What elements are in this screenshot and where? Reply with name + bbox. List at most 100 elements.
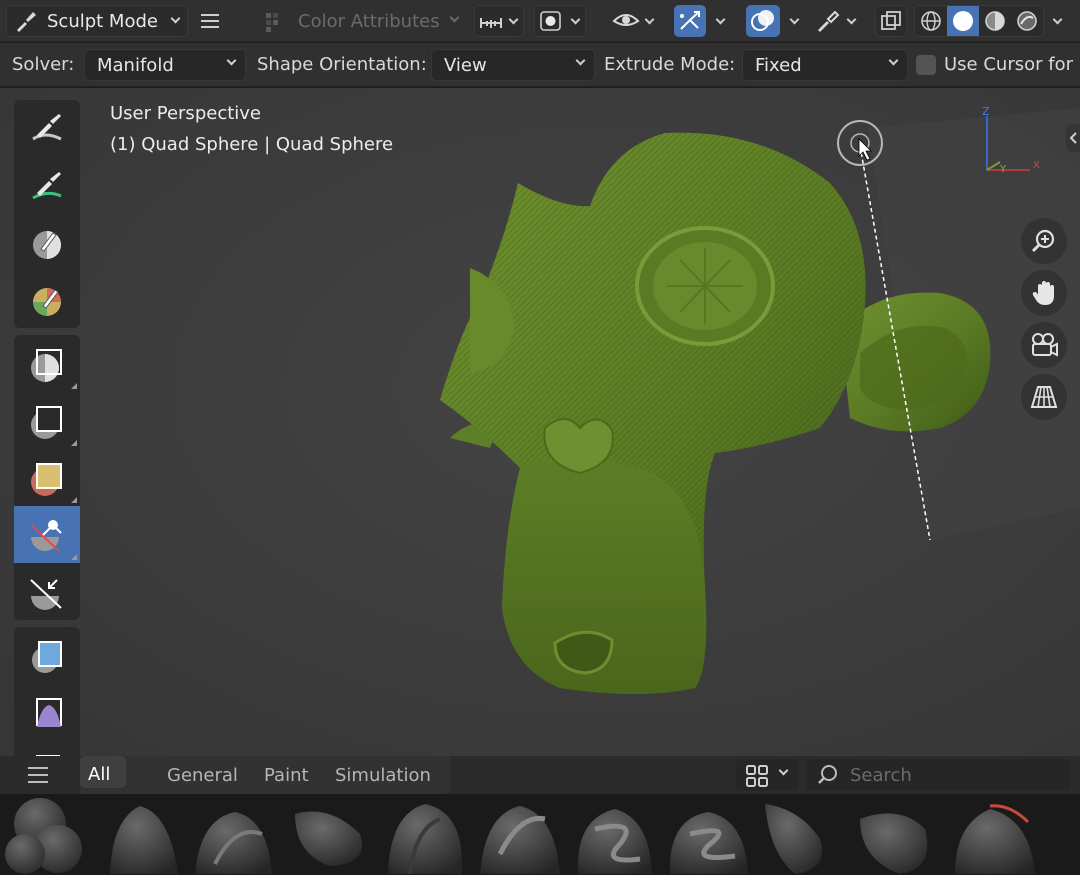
rendered-sphere-icon	[1017, 11, 1037, 31]
gizmo-options-dropdown[interactable]	[710, 5, 734, 37]
solver-value: Manifold	[97, 55, 174, 76]
line-project-icon	[30, 578, 62, 610]
shape-orientation-label: Shape Orientation:	[257, 54, 427, 75]
view-name-label: User Perspective	[110, 103, 261, 124]
brush-thumb-clay[interactable]	[110, 806, 178, 874]
axis-x-label: X	[1033, 160, 1040, 171]
show-overlays-toggle[interactable]	[746, 5, 780, 37]
color-attributes-icon	[264, 11, 288, 37]
shape-orientation-value: View	[444, 55, 487, 76]
pan-button[interactable]	[1021, 270, 1067, 316]
material-sphere-icon	[985, 11, 1005, 31]
color-attributes-label: Color Attributes	[298, 10, 440, 32]
color-attributes-dropdown[interactable]: Color Attributes	[256, 5, 466, 37]
use-cursor-label: Use Cursor for	[944, 54, 1073, 75]
dyntopo-dropdown[interactable]	[534, 5, 586, 37]
tool-paint-brush[interactable]	[14, 271, 80, 328]
tool-line-project[interactable]	[14, 563, 80, 620]
camera-icon	[1032, 333, 1058, 357]
tool-expand-corner	[71, 440, 77, 446]
tool-box-face-set[interactable]	[14, 449, 80, 506]
sculpt-toolbar	[14, 100, 80, 756]
perspective-toggle-button[interactable]	[1021, 374, 1067, 420]
tool-expand-corner	[71, 554, 77, 560]
tab-simulation[interactable]: Simulation	[335, 765, 431, 786]
asset-search-field[interactable]: Search	[806, 759, 1070, 791]
symmetry-dropdown[interactable]	[474, 5, 524, 37]
chevron-left-icon	[1069, 132, 1077, 144]
tool-cloth-filter[interactable]	[14, 684, 80, 741]
brush-thumb-snake-hook[interactable]	[577, 809, 652, 874]
tab-general[interactable]: General	[167, 765, 238, 786]
solid-sphere-icon	[953, 11, 973, 31]
gesture-tool-group	[14, 335, 80, 620]
box-hide-icon	[31, 405, 62, 439]
zoom-in-icon	[1031, 229, 1055, 253]
mode-label: Sculpt Mode	[47, 10, 158, 32]
grid-view-icon	[746, 765, 768, 787]
show-gizmo-toggle[interactable]	[674, 5, 706, 37]
wireframe-shading-button[interactable]	[915, 6, 947, 36]
tool-mask-brush[interactable]	[14, 214, 80, 271]
sculpt-brush-icon	[13, 8, 39, 34]
mask-brush-icon	[33, 230, 61, 259]
shading-options-dropdown[interactable]	[1046, 5, 1072, 37]
chevron-down-icon	[575, 55, 586, 66]
chevron-down-icon	[449, 12, 460, 23]
brush-thumb-blob[interactable]	[5, 798, 82, 874]
tool-mesh-filter[interactable]	[14, 627, 80, 684]
rendered-shading-button[interactable]	[1011, 6, 1043, 36]
brush-thumb-grab[interactable]	[955, 804, 1035, 874]
extrude-mode-dropdown[interactable]: Fixed	[742, 49, 908, 81]
brush-thumb-draw-sharp[interactable]	[480, 806, 560, 874]
solid-shading-button[interactable]	[947, 6, 979, 36]
axis-z-label: Z	[982, 105, 990, 118]
search-placeholder: Search	[850, 765, 912, 786]
sidebar-toggle[interactable]	[1066, 124, 1080, 152]
xray-icon	[881, 11, 901, 30]
3d-viewport[interactable]: Z Y X User Perspective (1) Quad Sphere |…	[0, 88, 1080, 756]
solver-label: Solver:	[12, 54, 75, 75]
brush-thumb-flatten[interactable]	[860, 813, 928, 874]
tool-box-mask[interactable]	[14, 335, 80, 392]
search-icon	[818, 765, 837, 784]
use-cursor-checkbox[interactable]	[916, 55, 936, 75]
brush-thumb-clay-strips[interactable]	[195, 812, 272, 874]
editor-menu-button[interactable]	[198, 5, 228, 37]
material-preview-button[interactable]	[979, 6, 1011, 36]
box-face-set-icon	[31, 462, 62, 496]
solver-dropdown[interactable]: Manifold	[84, 49, 246, 81]
brush-thumb-pinch[interactable]	[669, 812, 748, 874]
asset-shelf-tabs: All General Paint Simulation	[80, 756, 450, 794]
shape-orientation-dropdown[interactable]: View	[431, 49, 595, 81]
tool-transform[interactable]	[14, 741, 80, 756]
sculpt-overlays-dropdown[interactable]	[814, 5, 866, 37]
brush-thumb-inflate[interactable]	[765, 804, 823, 874]
hamburger-icon	[201, 14, 219, 28]
viewport-canvas: Z Y X	[0, 88, 1080, 756]
filter-tool-group	[14, 627, 80, 756]
grid-perspective-icon	[1030, 386, 1058, 408]
tool-draw-brush[interactable]	[14, 100, 80, 157]
tool-box-trim[interactable]	[14, 506, 80, 563]
overlays-options-dropdown[interactable]	[784, 5, 808, 37]
visibility-dropdown[interactable]	[610, 5, 664, 37]
brush-thumb-crease[interactable]	[295, 811, 362, 867]
smooth-brush-icon	[32, 171, 62, 199]
chevron-down-icon	[888, 55, 899, 66]
box-trim-icon	[30, 519, 62, 552]
chevron-down-icon	[644, 14, 655, 24]
display-mode-dropdown[interactable]	[736, 759, 798, 791]
camera-view-button[interactable]	[1021, 322, 1067, 368]
zoom-button[interactable]	[1021, 218, 1067, 264]
mode-dropdown[interactable]: Sculpt Mode	[6, 5, 188, 37]
chevron-down-icon	[226, 55, 237, 66]
hamburger-icon[interactable]	[28, 766, 50, 784]
tool-smooth-brush[interactable]	[14, 157, 80, 214]
chevron-down-icon	[846, 14, 857, 24]
tab-paint[interactable]: Paint	[264, 765, 309, 786]
brush-thumb-draw[interactable]	[388, 804, 463, 875]
xray-toggle[interactable]	[875, 5, 907, 37]
tool-box-hide[interactable]	[14, 392, 80, 449]
tab-all[interactable]: All	[80, 756, 126, 788]
